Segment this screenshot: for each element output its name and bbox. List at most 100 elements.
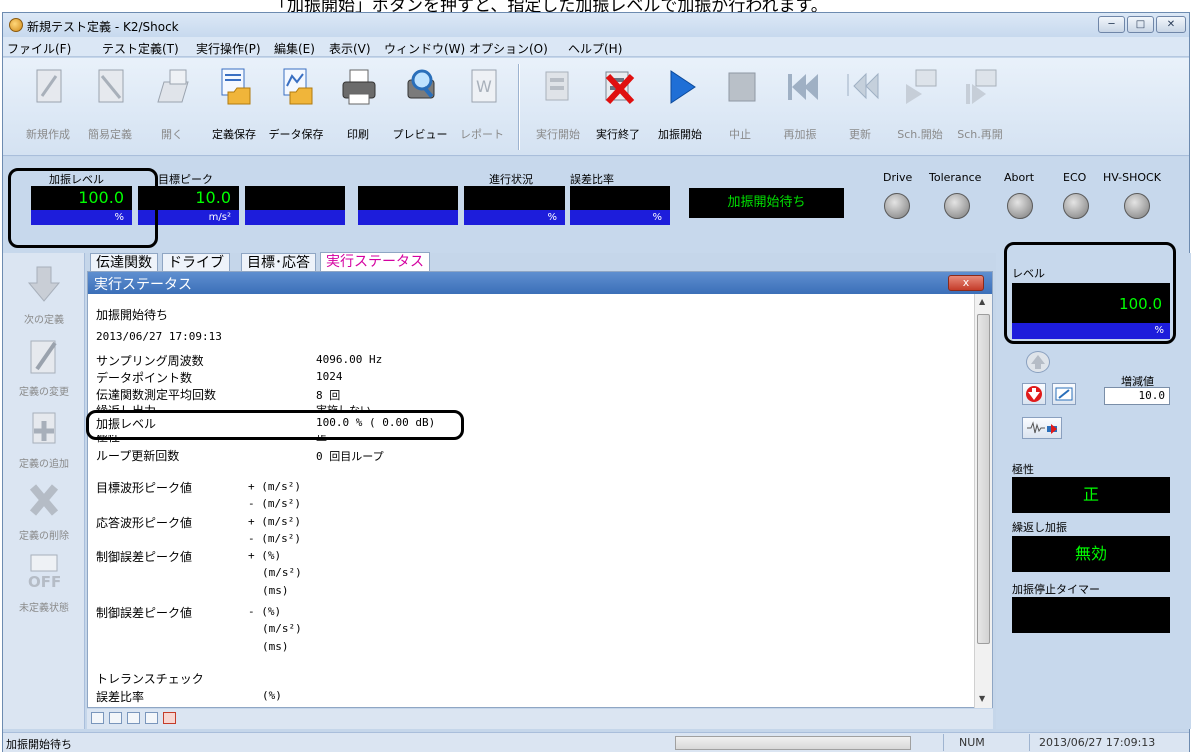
run-end-label: 実行終了 — [596, 128, 640, 141]
menu-run-operation[interactable]: 実行操作(P) — [196, 40, 261, 57]
document-text: 「加振開始」ボタンを押すと、指定した加振レベルで加振が行われます。 — [270, 0, 828, 12]
control-error-plus-line2: (m/s²) — [262, 566, 302, 579]
undefined-state-button[interactable]: OFF 未定義状態 — [3, 553, 85, 623]
tolerance-check-label: トレランスチェック — [96, 672, 204, 686]
add-definition-label: 定義の追加 — [19, 459, 69, 470]
report-button[interactable]: W レポート — [453, 66, 511, 150]
menu-file[interactable]: ファイル(F) — [7, 40, 71, 57]
update-icon — [847, 72, 879, 100]
control-error-plus-line1: + (%) — [248, 549, 282, 562]
svg-text:W: W — [476, 77, 492, 96]
print-label: 印刷 — [347, 128, 369, 141]
target-peak-unit: m/s² — [138, 210, 239, 225]
drive-led-icon — [884, 193, 910, 219]
open-button[interactable]: 開く — [143, 66, 201, 150]
start-excitation-button[interactable]: 加振開始 — [651, 66, 709, 150]
quick-define-icon — [98, 69, 124, 103]
excitation-status-display: 加振開始待ち — [689, 188, 844, 218]
menu-help[interactable]: ヘルプ(H) — [568, 40, 622, 57]
menu-options[interactable]: オプション(O) — [469, 40, 548, 57]
new-button[interactable]: 新規作成 — [19, 66, 77, 150]
close-all-icon[interactable] — [163, 712, 176, 724]
control-error-minus-line1: - (%) — [248, 605, 282, 618]
row-excitation-level-value: 100.0 % ( 0.00 dB) — [316, 416, 436, 429]
row-average-count-label: 伝達関数測定平均回数 — [96, 388, 217, 402]
arrow-up-icon — [1031, 355, 1045, 369]
app-icon — [9, 18, 23, 32]
schedule-start-button[interactable]: Sch.開始 — [891, 66, 949, 150]
response-peak-plus: + (m/s²) — [248, 515, 301, 528]
menu-test-definition[interactable]: テスト定義(T) — [102, 40, 179, 57]
save-definition-label: 定義保存 — [212, 128, 256, 141]
error-ratio-row-label: 誤差比率 — [96, 690, 145, 704]
row-repeat-output-value: 実施しない — [316, 404, 371, 411]
target-peak-label: 目標ピーク — [158, 173, 213, 186]
menu-edit[interactable]: 編集(E) — [274, 40, 315, 57]
level-down-button[interactable] — [1022, 383, 1046, 405]
new-doc-icon — [36, 69, 62, 103]
quick-define-button[interactable]: 簡易定義 — [81, 66, 139, 150]
menu-view[interactable]: 表示(V) — [329, 40, 371, 57]
layout-cascade-icon[interactable] — [127, 712, 140, 724]
status-panel-body: 加振開始待ち 2013/06/27 17:09:13 サンプリング周波数 409… — [88, 294, 974, 708]
save-definition-button[interactable]: 定義保存 — [205, 66, 263, 150]
delete-definition-button[interactable]: 定義の削除 — [3, 481, 85, 551]
run-start-button[interactable]: 実行開始 — [529, 66, 587, 150]
add-definition-button[interactable]: 定義の追加 — [3, 409, 85, 479]
tab-target-response[interactable]: 目標･応答 — [241, 253, 316, 272]
target-peak-plus: + (m/s²) — [248, 480, 301, 493]
status-datetime: 2013/06/27 17:09:13 — [96, 330, 222, 343]
new-label: 新規作成 — [26, 128, 70, 141]
scrollbar-thumb[interactable] — [977, 314, 990, 644]
delete-definition-label: 定義の削除 — [19, 531, 69, 542]
rewind-icon — [788, 74, 818, 100]
tab-execution-status[interactable]: 実行ステータス — [320, 252, 430, 272]
layout-tile-icon[interactable] — [145, 712, 158, 724]
close-window-button[interactable]: ✕ — [1156, 16, 1186, 33]
level-up-button[interactable] — [1026, 351, 1050, 373]
update-button[interactable]: 更新 — [831, 66, 889, 150]
print-button[interactable]: 印刷 — [329, 66, 387, 150]
layout-vertical-icon[interactable] — [109, 712, 122, 724]
progress-unit: % — [464, 210, 565, 225]
edit-definition-label: 定義の変更 — [19, 387, 69, 398]
save-data-label: データ保存 — [268, 128, 324, 141]
error-ratio-row-unit: (%) — [262, 689, 282, 702]
save-data-icon — [283, 68, 313, 105]
level-meter-label: 加振レベル — [49, 173, 104, 186]
scroll-down-icon[interactable]: ▼ — [979, 694, 985, 703]
row-sampling-frequency-value: 4096.00 Hz — [316, 353, 383, 366]
save-data-button[interactable]: データ保存 — [267, 66, 325, 150]
preview-button[interactable]: プレビュー — [391, 66, 449, 150]
rp-timer-label: 加振停止タイマー — [1012, 583, 1100, 596]
status-panel-close-button[interactable]: x — [948, 275, 984, 291]
menu-window[interactable]: ウィンドウ(W) — [384, 40, 465, 57]
waveform-button[interactable] — [1022, 417, 1062, 439]
rp-timer-value — [1012, 597, 1170, 633]
hv-shock-led-icon — [1124, 193, 1150, 219]
layout-horizontal-icon[interactable] — [91, 712, 104, 724]
waveform-icon — [1027, 421, 1057, 434]
statusbar-divider — [1029, 734, 1030, 751]
abort-button[interactable]: 中止 — [711, 66, 769, 150]
report-label: レポート — [460, 128, 504, 141]
edit-definition-button[interactable]: 定義の変更 — [3, 337, 85, 407]
target-peak-value: 10.0 — [138, 186, 239, 210]
panel-layout-icons — [87, 709, 993, 729]
response-peak-row-label: 応答波形ピーク値 — [96, 516, 193, 530]
set-step-button[interactable] — [1052, 383, 1076, 405]
tab-drive[interactable]: ドライブ — [162, 253, 230, 272]
schedule-resume-button[interactable]: Sch.再開 — [951, 66, 1009, 150]
maximize-button[interactable]: □ — [1127, 16, 1154, 33]
minimize-button[interactable]: ─ — [1098, 16, 1125, 33]
tab-transfer-function[interactable]: 伝達関数 — [90, 253, 158, 272]
status-panel-scrollbar[interactable]: ▲ ▼ — [974, 294, 992, 708]
execution-status-panel: 実行ステータス x 加振開始待ち 2013/06/27 17:09:13 サンプ… — [87, 271, 993, 708]
run-end-button[interactable]: 実行終了 — [589, 66, 647, 150]
row-loop-update-value: 0 回目ループ — [316, 450, 384, 463]
re-excite-button[interactable]: 再加振 — [771, 66, 829, 150]
scroll-up-icon[interactable]: ▲ — [979, 297, 985, 306]
next-definition-button[interactable]: 次の定義 — [3, 265, 85, 335]
off-icon: OFF — [28, 554, 61, 591]
step-value-input[interactable]: 10.0 — [1104, 387, 1170, 405]
